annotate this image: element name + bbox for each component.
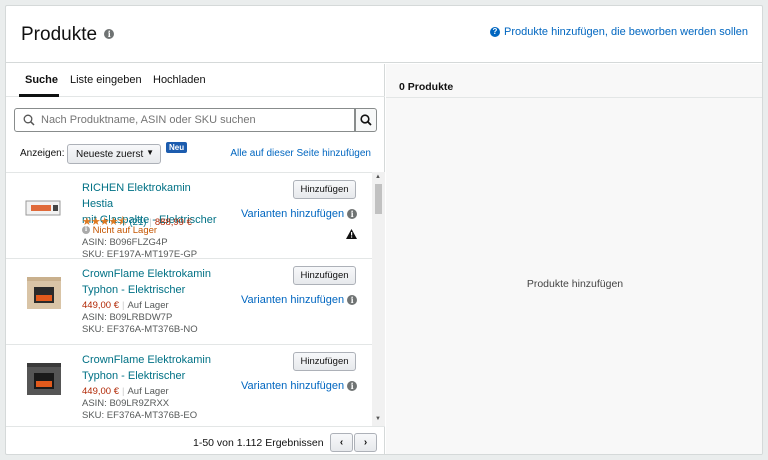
new-badge: Neu [166, 142, 188, 153]
search-icon [360, 114, 372, 126]
selected-count: 0 Produkte [399, 81, 454, 93]
page-title: Produkte i [21, 24, 115, 46]
chevron-left-icon: ‹ [339, 437, 344, 448]
next-page-button[interactable]: › [354, 433, 377, 452]
add-button[interactable]: Hinzufügen [293, 352, 356, 371]
panel-header: Produkte i ? Produkte hinzufügen, die be… [6, 6, 762, 63]
scroll-up-icon[interactable]: ▲ [375, 174, 381, 180]
list-item: CrownFlame Elektrokamin Typhon - Elektri… [6, 259, 372, 345]
product-asin: ASIN: B09LRBDW7P [82, 312, 173, 323]
results-count: 1-50 von 1.112 Ergebnissen [193, 437, 324, 449]
help-link-label: Produkte hinzufügen, die beworben werden… [504, 26, 748, 38]
product-title-link[interactable]: CrownFlame Elektrokamin Typhon - Elektri… [82, 266, 222, 298]
search-field[interactable] [14, 108, 355, 132]
product-title-line: Typhon - Elektrischer [82, 370, 186, 382]
sort-dropdown[interactable]: Neueste zuerst ▼ [67, 144, 161, 164]
product-title-line: CrownFlame Elektrokamin [82, 268, 211, 280]
add-variants-link[interactable]: Varianten hinzufügen i [241, 208, 358, 220]
help-link[interactable]: ? Produkte hinzufügen, die beworben werd… [490, 26, 748, 38]
price-row: 449,00 € | Auf Lager [82, 300, 169, 311]
show-label: Anzeigen: [20, 148, 65, 159]
product-thumbnail [27, 277, 61, 309]
divider [386, 97, 762, 98]
product-asin: ASIN: B09LR9ZRXX [82, 398, 170, 409]
list-scrollbar[interactable]: ▲ ▼ [372, 172, 385, 426]
add-variants-label: Varianten hinzufügen [241, 208, 345, 220]
search-pane: Suche Liste eingeben Hochladen Anzeigen:… [6, 64, 385, 454]
add-all-link[interactable]: Alle auf dieser Seite hinzufügen [230, 148, 371, 159]
product-list: RICHEN Elektrokamin Hestia mit Glaspaltt… [6, 172, 385, 426]
product-asin: ASIN: B096FLZG4P [82, 237, 168, 248]
search-input[interactable] [41, 114, 341, 126]
chevron-down-icon: ▼ [146, 148, 154, 157]
prev-page-button[interactable]: ‹ [330, 433, 353, 452]
sort-value: Neueste zuerst [76, 148, 144, 160]
tab-search[interactable]: Suche [25, 74, 58, 86]
stock-row: i Nicht auf Lager [82, 225, 157, 236]
scroll-down-icon[interactable]: ▼ [375, 416, 381, 422]
stock-status: Auf Lager [127, 386, 169, 397]
add-variants-link[interactable]: Varianten hinzufügen i [241, 294, 358, 306]
pagination: 1-50 von 1.112 Ergebnissen ‹ › [6, 426, 385, 454]
stock-status: Nicht auf Lager [92, 225, 158, 236]
list-item: RICHEN Elektrokamin Hestia mit Glaspaltt… [6, 173, 372, 260]
product-title-line: RICHEN Elektrokamin Hestia [82, 182, 191, 210]
info-icon[interactable]: i [104, 28, 115, 39]
warning-icon [346, 229, 357, 239]
price-row: 449,00 € | Auf Lager [82, 386, 169, 397]
page-title-text: Produkte [21, 24, 98, 45]
add-button[interactable]: Hinzufügen [293, 180, 356, 199]
info-icon: i [82, 226, 90, 235]
product-title-link[interactable]: CrownFlame Elektrokamin Typhon - Elektri… [82, 352, 222, 384]
product-title-line: Typhon - Elektrischer [82, 284, 186, 296]
add-variants-link[interactable]: Varianten hinzufügen i [241, 380, 358, 392]
tab-bar: Suche Liste eingeben Hochladen [6, 64, 385, 97]
search-button[interactable] [355, 108, 377, 132]
info-icon: i [347, 295, 358, 305]
tab-upload[interactable]: Hochladen [153, 74, 206, 86]
chevron-right-icon: › [363, 437, 368, 448]
product-thumbnail [25, 200, 61, 216]
list-item: CrownFlame Elektrokamin Typhon - Elektri… [6, 345, 372, 426]
product-price: 449,00 € [82, 386, 119, 397]
stock-status: Auf Lager [127, 300, 169, 311]
info-icon: i [347, 381, 358, 391]
product-sku: SKU: EF376A-MT376B-EO [82, 410, 198, 421]
product-thumbnail [27, 363, 61, 395]
filter-row: Anzeigen: Neueste zuerst ▼ Neu Alle auf … [6, 140, 385, 170]
selected-products-pane: 0 Produkte Produkte hinzufügen [386, 64, 762, 454]
add-variants-label: Varianten hinzufügen [241, 380, 345, 392]
product-sku: SKU: EF376A-MT376B-NO [82, 324, 198, 335]
active-tab-indicator [19, 94, 59, 97]
products-panel: Produkte i ? Produkte hinzufügen, die be… [5, 5, 763, 455]
info-icon: i [347, 209, 358, 219]
add-button[interactable]: Hinzufügen [293, 266, 356, 285]
add-variants-label: Varianten hinzufügen [241, 294, 345, 306]
product-price: 888,99 € [154, 217, 192, 228]
empty-state-text: Produkte hinzufügen [526, 278, 624, 290]
help-icon: ? [490, 27, 500, 37]
search-icon [23, 114, 35, 126]
scrollbar-thumb[interactable] [375, 184, 382, 214]
tab-enter-list[interactable]: Liste eingeben [70, 74, 142, 86]
product-price: 449,00 € [82, 300, 119, 311]
product-title-line: CrownFlame Elektrokamin [82, 354, 211, 366]
